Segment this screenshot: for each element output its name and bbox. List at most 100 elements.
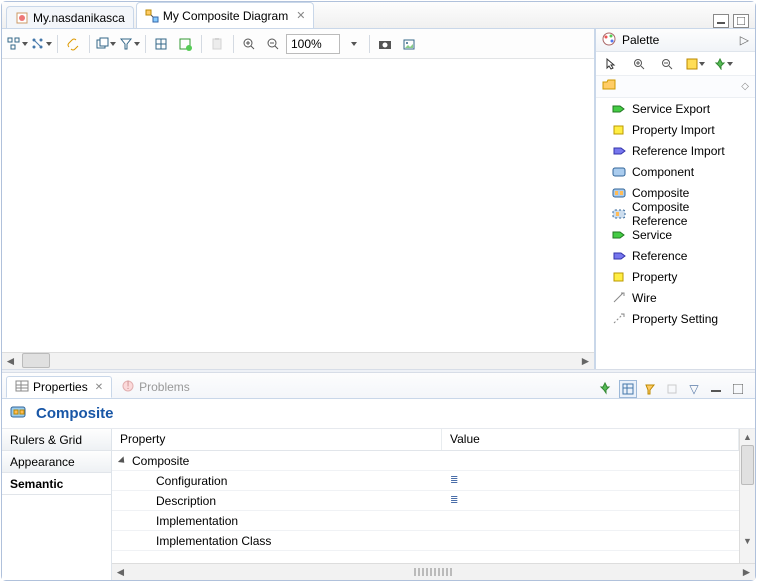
minimize-view-button[interactable] <box>707 380 725 398</box>
snapshot-button[interactable] <box>374 33 396 55</box>
palette-item[interactable]: Reference Import <box>596 140 755 161</box>
properties-icon <box>15 379 29 396</box>
column-property[interactable]: Property <box>112 429 442 450</box>
diagram-canvas[interactable] <box>2 59 594 352</box>
property-name: Description <box>156 494 216 508</box>
palette-toolbar <box>596 52 755 76</box>
pin-view-button[interactable] <box>597 380 615 398</box>
editor-tab-composite-diagram[interactable]: My Composite Diagram ✕ <box>136 2 315 28</box>
select-button[interactable] <box>30 33 52 55</box>
arrange-button[interactable] <box>6 33 28 55</box>
property-row[interactable]: Implementation <box>112 511 739 531</box>
palette-item-icon <box>612 102 626 116</box>
column-value[interactable]: Value <box>442 429 739 450</box>
group-label: Composite <box>132 454 189 468</box>
palette-item-icon <box>612 249 626 263</box>
property-name: Implementation <box>156 514 238 528</box>
zoom-in-tool[interactable] <box>628 53 650 75</box>
close-icon[interactable]: ✕ <box>296 9 305 22</box>
palette-item-icon <box>612 123 626 137</box>
palette-item-label: Composite <box>632 186 689 200</box>
palette-item-icon <box>612 291 626 305</box>
zoom-out-tool[interactable] <box>656 53 678 75</box>
filter-button[interactable] <box>118 33 140 55</box>
vertical-scrollbar[interactable]: ▲▼ <box>739 429 755 563</box>
property-row[interactable]: Implementation Class <box>112 531 739 551</box>
snap-button[interactable] <box>174 33 196 55</box>
palette-item[interactable]: Property Import <box>596 119 755 140</box>
show-categories-button[interactable] <box>619 380 637 398</box>
close-icon[interactable]: ✕ <box>95 382 103 393</box>
restore-defaults-button[interactable] <box>663 380 681 398</box>
property-table-body: Composite Configuration≣ Description ≣ Imple… <box>112 451 739 563</box>
maximize-button[interactable] <box>733 14 749 28</box>
property-group-row[interactable]: Composite <box>112 451 739 471</box>
properties-title: Composite <box>36 405 114 422</box>
zoom-dropdown[interactable] <box>342 33 364 55</box>
palette-item-icon <box>612 228 626 242</box>
palette-item[interactable]: Property Setting <box>596 308 755 329</box>
link-button[interactable] <box>62 33 84 55</box>
tab-label: Problems <box>139 380 190 394</box>
palette-item-label: Reference <box>632 249 687 263</box>
minimize-button[interactable] <box>713 14 729 28</box>
editor-tab-nasdanika[interactable]: My.nasdanikasca <box>6 6 134 28</box>
palette-item-icon <box>612 207 626 221</box>
table-horizontal-scrollbar[interactable]: ◄ ► <box>112 563 755 580</box>
palette-item[interactable]: Service Export <box>596 98 755 119</box>
palette-item[interactable]: Property <box>596 266 755 287</box>
paste-button[interactable] <box>206 33 228 55</box>
diagram-toolbar: 100% <box>2 29 594 59</box>
problems-icon: ! <box>121 379 135 396</box>
tab-properties[interactable]: Properties ✕ <box>6 376 112 398</box>
layers-button[interactable] <box>94 33 116 55</box>
tab-appearance[interactable]: Appearance <box>2 451 111 473</box>
editor-tab-label: My.nasdanikasca <box>33 11 125 25</box>
view-menu-button[interactable]: ▽ <box>685 380 703 398</box>
palette-item-label: Property <box>632 270 677 284</box>
palette-item-label: Reference Import <box>632 144 725 158</box>
export-image-button[interactable] <box>398 33 420 55</box>
tab-rulers-grid[interactable]: Rulers & Grid <box>2 429 111 451</box>
drawer-expand-icon: ◇ <box>741 81 749 92</box>
palette-item-label: Property Import <box>632 123 715 137</box>
horizontal-scrollbar[interactable]: ◄► <box>2 352 594 369</box>
maximize-view-button[interactable] <box>729 380 747 398</box>
property-row[interactable]: Configuration≣ <box>112 471 739 491</box>
expand-icon[interactable] <box>118 456 127 465</box>
grid-button[interactable] <box>150 33 172 55</box>
tab-problems[interactable]: ! Problems <box>112 376 199 398</box>
view-tab-bar: Properties ✕ ! Problems ▽ <box>2 373 755 399</box>
editor-tab-bar: My.nasdanikasca My Composite Diagram ✕ <box>2 2 755 29</box>
zoom-out-button[interactable] <box>262 33 284 55</box>
palette-header[interactable]: Palette ▷ <box>596 29 755 52</box>
collapse-icon[interactable]: ▷ <box>740 33 749 47</box>
pointer-tool[interactable] <box>600 53 622 75</box>
value-editor-icon: ≣ <box>450 495 458 506</box>
palette-item-label: Service Export <box>632 102 710 116</box>
tab-label: Properties <box>33 380 88 394</box>
palette-panel: Palette ▷ ◇ Service Export Property Impor… <box>595 29 755 369</box>
property-name: Implementation Class <box>156 534 271 548</box>
palette-item[interactable]: Composite Reference <box>596 203 755 224</box>
property-row[interactable]: Description ≣ <box>112 491 739 511</box>
show-advanced-button[interactable] <box>641 380 659 398</box>
property-category-tabs: Rulers & Grid Appearance Semantic <box>2 429 112 580</box>
palette-item[interactable]: Wire <box>596 287 755 308</box>
zoom-in-button[interactable] <box>238 33 260 55</box>
tab-semantic[interactable]: Semantic <box>2 473 111 495</box>
palette-drawer[interactable]: ◇ <box>596 76 755 98</box>
pin-tool[interactable] <box>712 53 734 75</box>
palette-item-icon <box>612 186 626 200</box>
diagram-icon <box>145 9 159 23</box>
palette-item[interactable]: Component <box>596 161 755 182</box>
editor-tab-label: My Composite Diagram <box>163 9 288 23</box>
composite-icon <box>10 405 28 422</box>
palette-item-list: Service Export Property Import Reference I… <box>596 98 755 369</box>
note-tool[interactable] <box>684 53 706 75</box>
palette-item[interactable]: Reference <box>596 245 755 266</box>
property-name: Configuration <box>156 474 227 488</box>
zoom-input[interactable]: 100% <box>286 34 340 54</box>
file-icon <box>15 11 29 25</box>
palette-icon <box>602 32 616 49</box>
